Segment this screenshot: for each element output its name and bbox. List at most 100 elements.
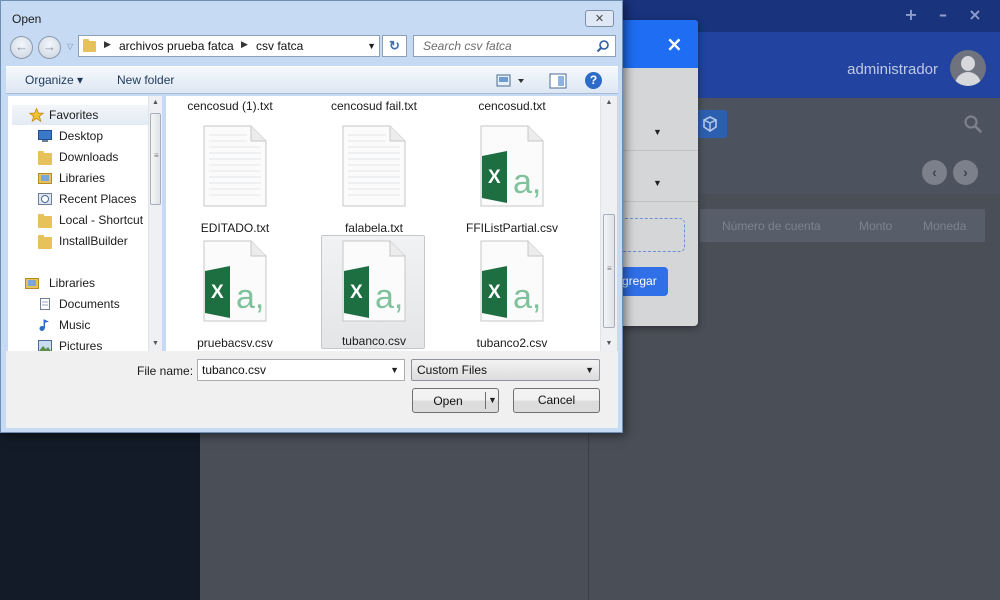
- file-item[interactable]: X a, tubanco2.csv: [460, 236, 564, 350]
- select-caret-icon[interactable]: ▼: [653, 178, 662, 188]
- minimize-window-button[interactable]: –: [932, 4, 954, 26]
- music-icon: [39, 319, 49, 331]
- nav-item-favorites[interactable]: Favorites: [12, 105, 152, 125]
- excel-csv-icon: X a,: [480, 125, 544, 207]
- next-page-button[interactable]: ›: [953, 160, 978, 185]
- file-list: cencosud (1).txt cencosud fail.txt cenco…: [166, 96, 600, 351]
- open-options-dropdown-icon[interactable]: ▼: [488, 395, 497, 405]
- breadcrumb-segment[interactable]: archivos prueba fatca: [119, 39, 234, 53]
- navigation-scrollbar[interactable]: ▲ ≡ ▼: [148, 96, 162, 351]
- scrollbar-thumb[interactable]: ≡: [150, 113, 161, 205]
- recent-places-icon: [38, 193, 52, 205]
- maximize-window-button[interactable]: +: [900, 4, 922, 26]
- divider: [622, 150, 698, 151]
- open-button-label: Open: [433, 394, 463, 408]
- search-input[interactable]: [414, 36, 594, 56]
- recent-locations-dropdown[interactable]: ▽: [67, 42, 73, 51]
- file-item-label[interactable]: cencosud fail.txt: [299, 99, 449, 113]
- file-item[interactable]: X a, pruebacsv.csv: [183, 236, 287, 350]
- file-item-label[interactable]: cencosud.txt: [437, 99, 587, 113]
- nav-item-label: Documents: [59, 297, 120, 311]
- file-item-label: tubanco.csv: [341, 334, 407, 348]
- user-name[interactable]: administrador: [847, 61, 938, 78]
- excel-glyph: X: [211, 282, 224, 303]
- libraries-icon: [25, 278, 39, 289]
- nav-item-label: InstallBuilder: [59, 234, 128, 248]
- navigation-pane: Favorites Desktop Downloads Libraries Re…: [8, 96, 162, 351]
- text-document-icon: [203, 125, 267, 207]
- search-icon[interactable]: [596, 39, 610, 53]
- folder-icon: [38, 214, 52, 228]
- scroll-down-icon[interactable]: ▼: [149, 340, 162, 347]
- folder-icon: [38, 235, 52, 249]
- open-file-dialog: Open ✕ ← → ▽ ▶ archivos prueba fatca ▶ c…: [0, 0, 623, 433]
- select-caret-icon[interactable]: ▼: [653, 127, 662, 137]
- chevron-down-icon[interactable]: ▼: [390, 365, 399, 375]
- nav-item-label: Music: [59, 318, 91, 332]
- excel-csv-icon: X a,: [480, 240, 544, 322]
- scroll-up-icon[interactable]: ▲: [601, 99, 617, 106]
- nav-item-label: Libraries: [59, 171, 106, 185]
- breadcrumb-separator[interactable]: ▶: [104, 39, 111, 50]
- pictures-icon: [38, 340, 52, 351]
- change-view-icon[interactable]: [496, 73, 526, 89]
- search-icon[interactable]: [963, 114, 983, 134]
- file-item-label[interactable]: cencosud (1).txt: [166, 99, 305, 113]
- modal-close-button[interactable]: ×: [666, 32, 683, 56]
- file-item[interactable]: EDITADO.txt: [183, 121, 287, 235]
- file-name-label: File name:: [137, 364, 194, 378]
- excel-glyph: X: [488, 282, 501, 303]
- scrollbar-thumb[interactable]: ≡: [603, 214, 615, 328]
- excel-csv-icon: X a,: [342, 240, 406, 322]
- dialog-close-button[interactable]: ✕: [585, 10, 614, 27]
- organize-button[interactable]: Organize ▾: [25, 73, 83, 87]
- column-header-currency[interactable]: Moneda: [923, 219, 966, 233]
- excel-letter: a,: [513, 163, 541, 201]
- divider: [622, 201, 698, 202]
- open-button[interactable]: Open ▼: [412, 388, 499, 413]
- prev-page-button[interactable]: ‹: [922, 160, 947, 185]
- search-box[interactable]: [413, 35, 616, 57]
- cancel-button[interactable]: Cancel: [513, 388, 600, 413]
- excel-letter: a,: [513, 278, 541, 316]
- cube-icon: [702, 116, 717, 132]
- scroll-down-icon[interactable]: ▼: [601, 340, 617, 347]
- nav-item-label: Local - Shortcut: [59, 213, 144, 227]
- add-button[interactable]: gregar: [620, 267, 668, 296]
- file-item[interactable]: X a, FFIListPartial.csv: [460, 121, 564, 235]
- scroll-up-icon[interactable]: ▲: [149, 99, 162, 106]
- column-header-account-number[interactable]: Número de cuenta: [722, 219, 821, 233]
- file-dropzone[interactable]: [620, 218, 685, 252]
- excel-letter: a,: [375, 278, 403, 316]
- close-window-button[interactable]: ×: [964, 4, 986, 26]
- file-item-selected[interactable]: X a, tubanco.csv: [321, 235, 425, 349]
- help-button[interactable]: ?: [585, 72, 602, 89]
- refresh-button[interactable]: ↻: [382, 35, 407, 57]
- column-header-amount[interactable]: Monto: [859, 219, 892, 233]
- command-bar: Organize ▾ New folder ?: [6, 66, 618, 94]
- file-list-scrollbar[interactable]: ▲ ≡ ▼: [600, 96, 617, 351]
- file-item-label: EDITADO.txt: [200, 221, 270, 235]
- file-item[interactable]: falabela.txt: [322, 121, 426, 235]
- address-bar[interactable]: ▶ archivos prueba fatca ▶ csv fatca ▼: [78, 35, 380, 57]
- forward-button[interactable]: →: [38, 36, 61, 59]
- dialog-title: Open: [12, 12, 42, 26]
- nav-item-label: Favorites: [49, 108, 99, 122]
- user-avatar-icon[interactable]: [950, 50, 986, 86]
- file-type-select[interactable]: Custom Files ▼: [411, 359, 600, 381]
- file-name-combobox[interactable]: ▼: [197, 359, 405, 381]
- file-type-value: Custom Files: [417, 363, 488, 377]
- folder-icon: [38, 151, 52, 165]
- new-folder-button[interactable]: New folder: [117, 73, 174, 87]
- breadcrumb-separator[interactable]: ▶: [241, 39, 248, 50]
- preview-pane-icon[interactable]: [549, 73, 567, 89]
- back-button[interactable]: ←: [10, 36, 33, 59]
- address-dropdown-icon[interactable]: ▼: [367, 41, 376, 51]
- nav-item-label: Pictures: [59, 339, 103, 351]
- nav-item-label: Downloads: [59, 150, 119, 164]
- file-item-label: falabela.txt: [344, 221, 404, 235]
- nav-item-label: Recent Places: [59, 192, 137, 206]
- breadcrumb-segment[interactable]: csv fatca: [256, 39, 303, 53]
- file-item-label: tubanco2.csv: [476, 336, 548, 350]
- file-name-input[interactable]: [198, 360, 383, 380]
